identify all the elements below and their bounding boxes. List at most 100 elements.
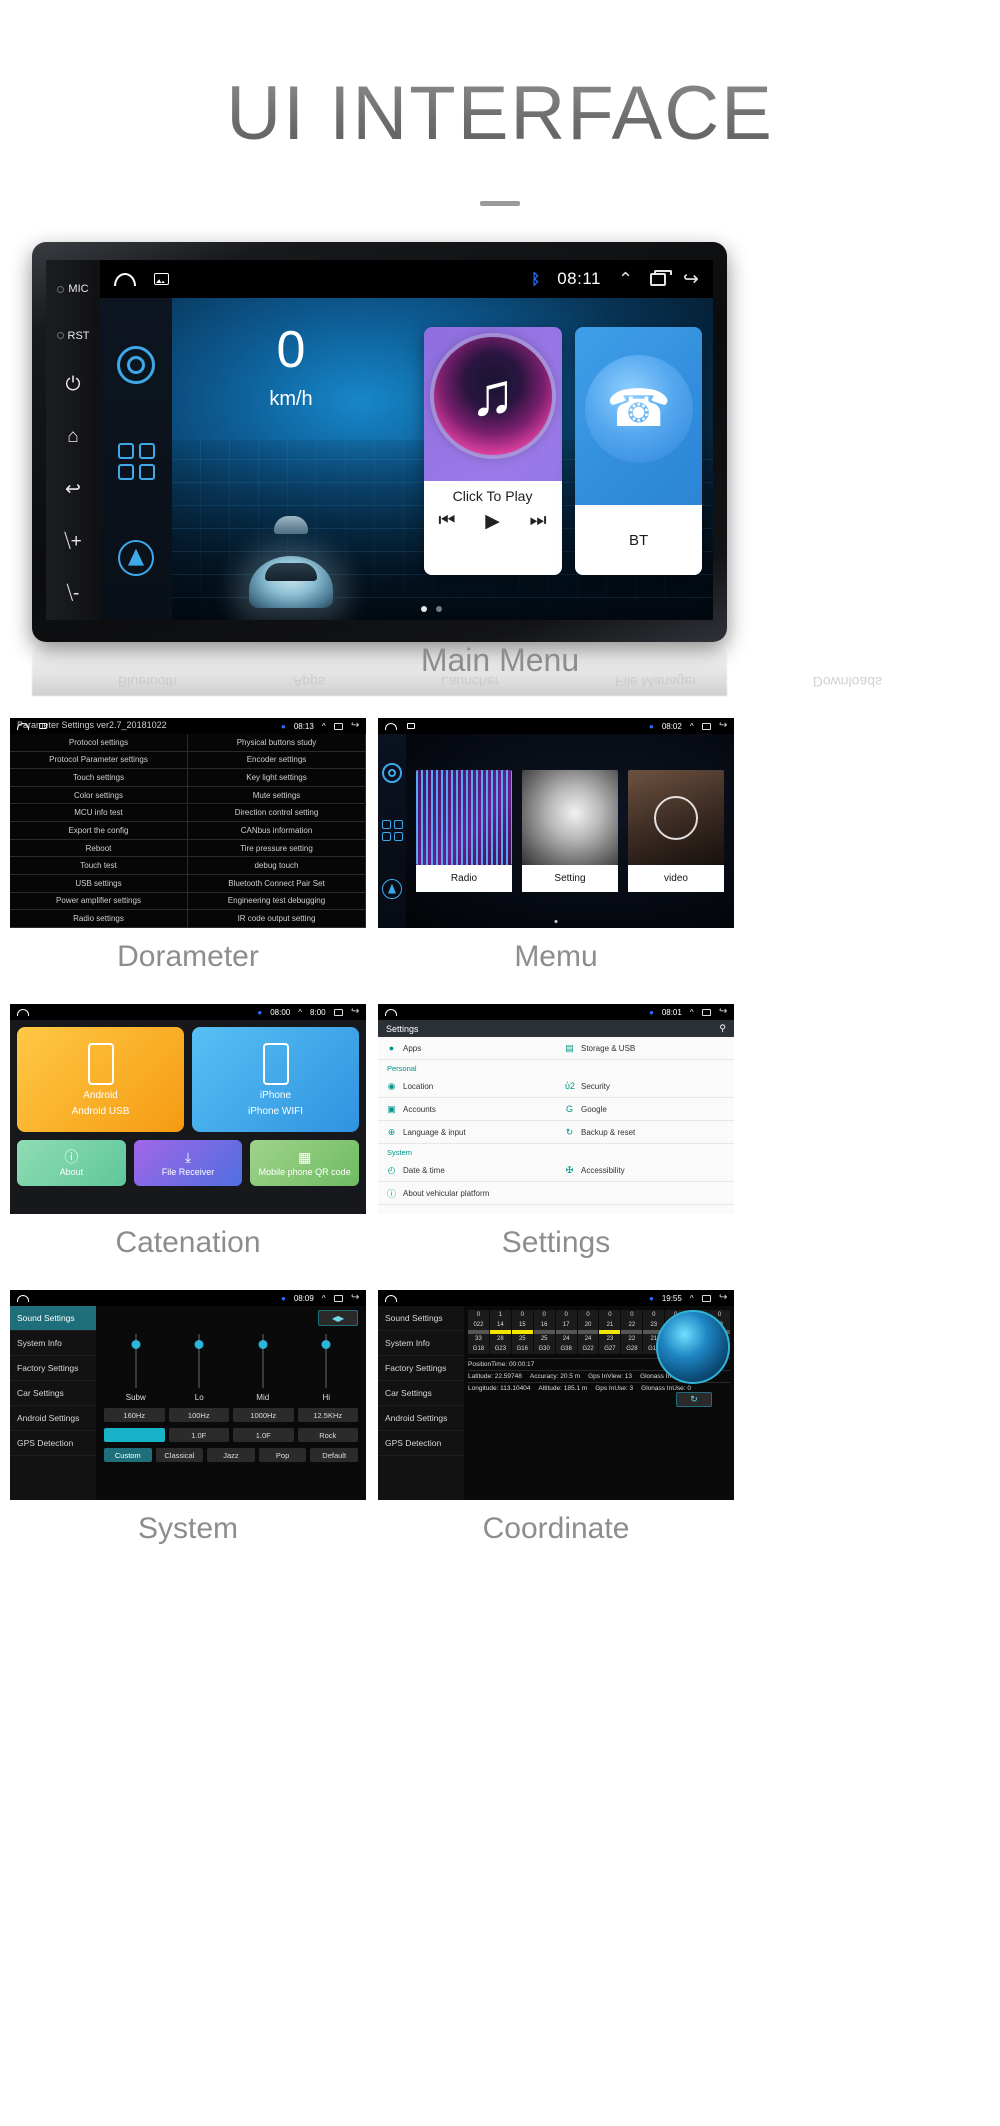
gain-button[interactable]: 1.0F xyxy=(233,1428,294,1442)
chevron-up-icon[interactable]: ⌃ xyxy=(618,269,633,290)
page-dot-1[interactable] xyxy=(420,606,427,612)
table-cell[interactable]: Engineering test debugging xyxy=(188,892,366,911)
navigation-icon[interactable] xyxy=(382,879,402,900)
app-tile-setting[interactable]: Setting xyxy=(522,770,618,892)
tab-car-settings[interactable]: Car Settings xyxy=(10,1381,96,1406)
refresh-button[interactable]: ↻ xyxy=(676,1392,712,1407)
slider-knob[interactable] xyxy=(131,1340,141,1349)
iphone-wifi-card[interactable]: iPhone iPhone WIFI xyxy=(192,1027,359,1132)
default-button[interactable]: Default xyxy=(310,1448,358,1462)
tab-gps-detection[interactable]: GPS Detection xyxy=(10,1431,96,1456)
home-icon[interactable] xyxy=(17,1294,29,1302)
gear-icon[interactable] xyxy=(382,762,402,783)
tab-factory-settings[interactable]: Factory Settings xyxy=(378,1356,464,1381)
table-cell[interactable]: MCU info test xyxy=(10,804,188,823)
settings-row-security[interactable]: ὑ2 Security xyxy=(556,1075,734,1098)
app-tile-video[interactable]: video xyxy=(628,770,724,892)
chevron-up-icon[interactable]: ^ xyxy=(322,722,326,731)
slider-knob[interactable] xyxy=(321,1340,331,1349)
panel-screenshot[interactable]: ● 08:09 ^ ↩ Sound Settings System Info F… xyxy=(10,1290,366,1500)
recents-icon[interactable] xyxy=(701,1294,711,1302)
recents-icon[interactable] xyxy=(333,722,343,730)
power-icon[interactable]: ⏻ xyxy=(65,359,80,411)
volume-down-icon[interactable]: ⧹- xyxy=(67,568,80,620)
freq-button[interactable]: 160Hz xyxy=(104,1408,165,1422)
gear-icon[interactable] xyxy=(117,345,155,384)
table-cell[interactable]: Tire pressure setting xyxy=(188,839,366,858)
device-screen[interactable]: ᛒ 08:11 ⌃ ↩ 0 km/h ♫ Click To Play ⏮ ▶ ⏭… xyxy=(100,260,713,620)
settings-row-location[interactable]: ◉ Location xyxy=(378,1075,556,1098)
table-cell[interactable]: Reboot xyxy=(10,839,188,858)
settings-row-google[interactable]: G Google xyxy=(556,1098,734,1121)
freq-button[interactable]: 12.5KHz xyxy=(297,1408,358,1422)
table-cell[interactable]: Radio settings xyxy=(10,910,188,928)
recents-icon[interactable] xyxy=(650,269,673,286)
table-cell[interactable]: Export the config xyxy=(10,822,188,840)
recents-icon[interactable] xyxy=(701,722,711,730)
slider-knob[interactable] xyxy=(194,1340,204,1349)
gain-button[interactable]: Rock xyxy=(297,1428,358,1442)
android-usb-card[interactable]: Android Android USB xyxy=(17,1027,184,1132)
table-cell[interactable]: Power amplifier settings xyxy=(10,892,188,911)
tab-sound-settings[interactable]: Sound Settings xyxy=(378,1306,464,1331)
home-icon[interactable] xyxy=(385,1294,397,1302)
home-icon[interactable] xyxy=(385,722,397,730)
freq-button[interactable]: 100Hz xyxy=(168,1408,229,1422)
page-indicator[interactable] xyxy=(420,606,442,612)
slider-mid[interactable]: Mid xyxy=(241,1334,285,1402)
preset-button-pop[interactable]: Pop xyxy=(258,1448,307,1462)
table-cell[interactable]: Key light settings xyxy=(188,769,366,787)
file-receiver-button[interactable]: ⤓ File Receiver xyxy=(133,1140,243,1186)
about-button[interactable]: ⓘ About xyxy=(17,1140,126,1186)
balance-button[interactable]: ◀▶ xyxy=(318,1310,358,1326)
back-icon[interactable]: ↩ xyxy=(719,1292,727,1303)
tab-gps-detection[interactable]: GPS Detection xyxy=(378,1431,464,1456)
panel-screenshot[interactable]: ● 08:13 ^ ↩ Parameter Settings ver2.7_20… xyxy=(10,718,366,928)
tab-system-info[interactable]: System Info xyxy=(378,1331,464,1356)
table-cell[interactable]: debug touch xyxy=(188,857,366,875)
bluetooth-widget[interactable]: ☎ BT xyxy=(575,326,703,575)
page-indicator[interactable] xyxy=(554,920,558,923)
table-cell[interactable]: CANbus information xyxy=(188,822,366,840)
recents-icon[interactable] xyxy=(333,1294,343,1302)
back-icon[interactable]: ↩ xyxy=(683,268,699,291)
back-icon[interactable]: ↩ xyxy=(351,720,359,731)
settings-row-accounts[interactable]: ▣ Accounts xyxy=(378,1098,556,1121)
tab-car-settings[interactable]: Car Settings xyxy=(378,1381,464,1406)
settings-row-apps[interactable]: ● Apps xyxy=(378,1037,556,1060)
panel-screenshot[interactable]: ● 08:02 ^ ↩ Radio Setting video xyxy=(378,718,734,928)
navigation-icon[interactable] xyxy=(118,540,154,577)
recents-icon[interactable] xyxy=(333,1008,343,1016)
panel-screenshot[interactable]: ● 19:55 ^ ↩ Sound Settings System Info F… xyxy=(378,1290,734,1500)
slider-low[interactable]: Lo xyxy=(177,1334,221,1402)
settings-row-accessibility[interactable]: ✠ Accessibility xyxy=(556,1159,734,1182)
tab-factory-settings[interactable]: Factory Settings xyxy=(10,1356,96,1381)
table-cell[interactable]: IR code output setting xyxy=(188,910,366,928)
qr-code-button[interactable]: ▦ Mobile phone QR code xyxy=(250,1140,360,1186)
chevron-up-icon[interactable]: ^ xyxy=(298,1008,302,1017)
freq-button[interactable]: 1000Hz xyxy=(233,1408,294,1422)
previous-track-icon[interactable]: ⏮ xyxy=(438,510,455,532)
home-icon[interactable]: ⌂ xyxy=(67,411,78,463)
table-cell[interactable]: Touch test xyxy=(10,857,188,875)
home-icon[interactable] xyxy=(114,272,136,286)
table-cell[interactable]: USB settings xyxy=(10,875,188,893)
play-icon[interactable]: ▶ xyxy=(485,510,500,533)
apps-grid-icon[interactable] xyxy=(117,443,155,481)
settings-row-datetime[interactable]: ◴ Date & time xyxy=(378,1159,556,1182)
search-icon[interactable]: ⚲ xyxy=(719,1023,726,1034)
tab-sound-settings[interactable]: Sound Settings xyxy=(10,1306,96,1331)
app-tile-radio[interactable]: Radio xyxy=(416,770,512,892)
slider-subwoofer[interactable]: Subw xyxy=(114,1334,158,1402)
back-icon[interactable]: ↩ xyxy=(65,463,81,515)
next-track-icon[interactable]: ⏭ xyxy=(530,510,547,532)
back-icon[interactable]: ↩ xyxy=(351,1292,359,1303)
panel-screenshot[interactable]: ● 08:01 ^ ↩ Settings ⚲ ● Apps ▤ Storage … xyxy=(378,1004,734,1214)
picture-icon[interactable] xyxy=(407,723,415,729)
music-widget[interactable]: Click To Play ⏮ ▶ ⏭ xyxy=(423,326,562,575)
table-cell[interactable]: Mute settings xyxy=(188,786,366,805)
table-cell[interactable]: Protocol Parameter settings xyxy=(10,751,188,770)
settings-row-storage[interactable]: ▤ Storage & USB xyxy=(556,1037,734,1060)
chevron-up-icon[interactable]: ^ xyxy=(690,722,694,731)
table-cell[interactable]: Touch settings xyxy=(10,769,188,787)
